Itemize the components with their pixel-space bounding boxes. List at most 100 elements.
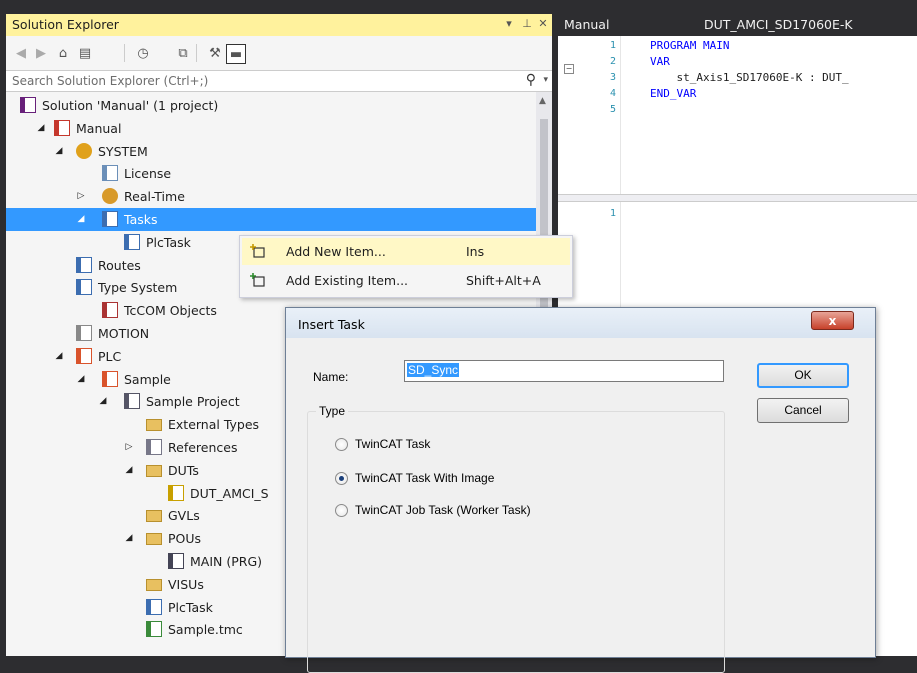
tree-item-label: PlcTask bbox=[168, 599, 213, 615]
radio-twincat-task-with-image[interactable] bbox=[335, 472, 348, 485]
tree-item-label: Solution 'Manual' (1 project) bbox=[42, 98, 219, 113]
folder-open-icon bbox=[146, 533, 162, 546]
tree-item-label: VISUs bbox=[168, 576, 204, 592]
tree-item-label: DUTs bbox=[168, 462, 199, 478]
preview-icon[interactable]: ▬ bbox=[226, 44, 246, 64]
tree-item[interactable]: ◢ Tasks bbox=[6, 208, 536, 231]
menu-item-add-existing-item[interactable]: Add Existing Item... Shift+Alt+A bbox=[242, 267, 570, 294]
dut-icon bbox=[168, 484, 184, 501]
folder-icon bbox=[146, 578, 162, 591]
menu-item-shortcut: Ins bbox=[466, 244, 485, 259]
search-options-icon[interactable]: ▾ bbox=[543, 75, 548, 85]
menu-item-add-new-item[interactable]: Add New Item... Ins bbox=[242, 238, 570, 265]
menu-item-shortcut: Shift+Alt+A bbox=[466, 273, 541, 288]
collapse-icon[interactable]: ◢ bbox=[98, 396, 108, 406]
forward-icon[interactable]: ▶ bbox=[32, 44, 50, 62]
tree-item-label: GVLs bbox=[168, 508, 200, 524]
tree-item-label: Sample.tmc bbox=[168, 622, 243, 638]
tree-item-label: References bbox=[168, 440, 238, 455]
expand-icon[interactable]: ▷ bbox=[124, 442, 134, 452]
switch-views-icon[interactable]: ▤ bbox=[76, 44, 94, 62]
solution-explorer-title-bar: Solution Explorer ▾ ⊥ ✕ bbox=[6, 14, 552, 36]
tree-item-label: MAIN (PRG) bbox=[190, 554, 263, 569]
plc-sample-icon bbox=[124, 393, 140, 410]
task-name-input[interactable]: SD_Sync bbox=[404, 360, 724, 382]
option-label[interactable]: TwinCAT Job Task (Worker Task) bbox=[355, 503, 531, 517]
tree-item-label: Type System bbox=[98, 280, 178, 296]
tab-dut-amci[interactable]: DUT_AMCI_SD17060E-K bbox=[704, 17, 853, 32]
line-number: 1 bbox=[609, 208, 616, 219]
collapse-icon[interactable]: ◢ bbox=[54, 146, 64, 156]
dialog-title-bar: Insert Task x bbox=[286, 308, 875, 338]
menu-item-label: Add Existing Item... bbox=[286, 273, 409, 288]
references-icon bbox=[146, 439, 162, 455]
close-icon[interactable]: ✕ bbox=[536, 16, 550, 32]
expand-icon[interactable]: ▷ bbox=[76, 191, 86, 201]
tree-item-label: External Types bbox=[168, 417, 260, 433]
line-number: 4 bbox=[609, 88, 616, 99]
code-line[interactable]: PROGRAM MAIN bbox=[650, 39, 729, 52]
tree-item-label: PLC bbox=[98, 348, 122, 364]
radio-twincat-job-task[interactable] bbox=[335, 504, 348, 517]
tree-item[interactable]: Solution 'Manual' (1 project) bbox=[6, 94, 536, 117]
insert-task-dialog: Insert Task x Name: SD_Sync OK Cancel Ty… bbox=[285, 307, 876, 673]
collapse-icon[interactable]: ◢ bbox=[124, 465, 134, 475]
collapse-icon[interactable]: ◢ bbox=[76, 214, 86, 224]
back-icon[interactable]: ◀ bbox=[12, 44, 30, 62]
tree-item-label: PlcTask bbox=[146, 234, 191, 250]
collapse-all-icon[interactable]: ⧉ bbox=[174, 44, 192, 62]
line-number: 2 bbox=[609, 56, 616, 67]
toolbar-separator bbox=[124, 44, 125, 62]
code-line[interactable]: VAR bbox=[650, 55, 670, 68]
collapse-icon[interactable]: ◢ bbox=[54, 351, 64, 361]
code-line[interactable]: st_Axis1_SD17060E-K : DUT_ bbox=[650, 71, 848, 84]
plc-project-icon bbox=[102, 370, 118, 387]
tree-item[interactable]: ▷ Real-Time bbox=[6, 185, 536, 208]
collapse-icon[interactable]: ◢ bbox=[76, 374, 86, 384]
type-system-icon bbox=[76, 279, 92, 296]
folder-icon bbox=[146, 419, 162, 432]
line-number: 1 bbox=[609, 40, 616, 51]
search-icon[interactable]: ⚲ bbox=[526, 72, 536, 88]
task-name-value: SD_Sync bbox=[407, 363, 460, 377]
pending-changes-icon[interactable]: ◷ bbox=[134, 44, 152, 62]
tab-manual[interactable]: Manual bbox=[564, 17, 609, 32]
pou-icon bbox=[168, 553, 184, 569]
solution-explorer-toolbar: ◀ ▶ ⌂ ▤ ◷ ⧉ ⚒ ▬ bbox=[6, 36, 552, 70]
pin-icon[interactable]: ⊥ bbox=[520, 16, 534, 32]
solution-icon bbox=[20, 97, 36, 113]
tree-item-label: Sample Project bbox=[146, 394, 240, 410]
code-line[interactable]: END_VAR bbox=[650, 87, 696, 100]
routes-icon bbox=[76, 256, 92, 273]
option-label[interactable]: TwinCAT Task With Image bbox=[355, 471, 494, 485]
tree-item-label: POUs bbox=[168, 531, 202, 547]
option-label[interactable]: TwinCAT Task bbox=[355, 437, 430, 451]
line-number: 3 bbox=[609, 72, 616, 83]
tree-item-label: SYSTEM bbox=[98, 143, 148, 159]
editor-splitter[interactable] bbox=[558, 194, 917, 202]
home-icon[interactable]: ⌂ bbox=[54, 44, 72, 62]
system-icon bbox=[76, 142, 92, 159]
dialog-close-button[interactable]: x bbox=[811, 311, 854, 330]
menu-item-label: Add New Item... bbox=[286, 244, 386, 259]
license-icon bbox=[102, 165, 118, 182]
editor-tab-bar: Manual DUT_AMCI_SD17060E-K bbox=[558, 14, 917, 36]
properties-icon[interactable]: ⚒ bbox=[206, 44, 224, 62]
ok-button[interactable]: OK bbox=[757, 363, 849, 388]
tree-item[interactable]: ◢ SYSTEM bbox=[6, 140, 536, 163]
tree-item-label: Manual bbox=[76, 120, 122, 136]
cancel-button[interactable]: Cancel bbox=[757, 398, 849, 423]
radio-twincat-task[interactable] bbox=[335, 438, 348, 451]
tree-item[interactable]: ◢ Manual bbox=[6, 117, 536, 140]
dropdown-arrow-icon[interactable]: ▾ bbox=[502, 16, 516, 32]
type-group-legend: Type bbox=[316, 404, 349, 418]
collapse-icon[interactable]: − bbox=[564, 64, 574, 74]
scroll-up-icon[interactable]: ▲ bbox=[539, 96, 546, 106]
panel-title: Solution Explorer bbox=[12, 17, 119, 32]
collapse-icon[interactable]: ◢ bbox=[124, 533, 134, 543]
tree-item-label: MOTION bbox=[98, 326, 150, 341]
collapse-icon[interactable]: ◢ bbox=[36, 123, 46, 133]
tree-item[interactable]: License bbox=[6, 162, 536, 185]
search-input[interactable]: Search Solution Explorer (Ctrl+;) bbox=[12, 74, 208, 88]
search-box[interactable]: Search Solution Explorer (Ctrl+;) ⚲ ▾ bbox=[6, 70, 552, 92]
